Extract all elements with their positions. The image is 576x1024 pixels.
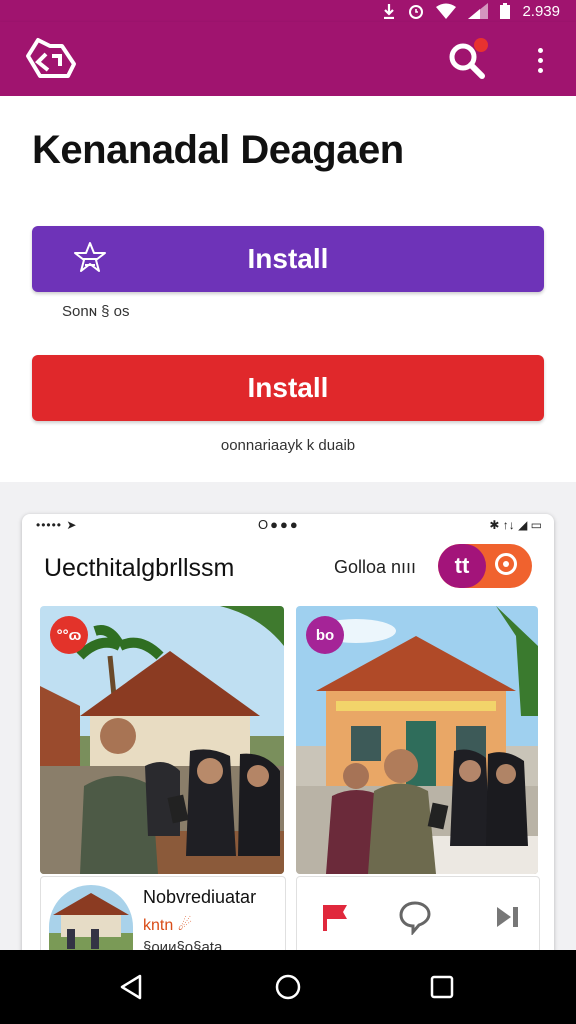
flag-icon[interactable] [317, 899, 353, 935]
signal-icon [468, 3, 489, 19]
recents-icon[interactable] [427, 972, 457, 1002]
preview-status-center: O●●● [258, 517, 300, 532]
preview-title: Uecthitalgbrllssm [44, 554, 235, 582]
more-vert-icon[interactable] [528, 40, 552, 80]
secondary-caption: oonnariaayk k duaib [220, 437, 356, 454]
preview-card: ••••• ➤ O●●● ✱ ↑↓ ◢ ▭ Uecthitalgbrllssm … [22, 514, 554, 974]
chat-bubble-icon[interactable] [397, 899, 433, 935]
status-bar: 2.939 [0, 0, 576, 22]
profile-name: Nobvrediuatar [143, 887, 257, 907]
preview-status-bar: ••••• ➤ O●●● ✱ ↑↓ ◢ ▭ [22, 514, 554, 536]
wifi-icon [436, 3, 457, 19]
preview-toggle[interactable]: tt [438, 544, 532, 588]
install-button-secondary-label: Install [247, 372, 329, 403]
page-title: Kenanadal Deagaen [32, 128, 404, 172]
photo-1-badge: °°ɷ [50, 616, 88, 654]
preview-label: Golloa nııı [334, 557, 417, 577]
photo-card-2[interactable]: bo [296, 606, 538, 874]
status-time: 2.939 [522, 2, 560, 20]
profile-thumbnail [49, 885, 133, 955]
app-logo-icon[interactable] [24, 32, 78, 86]
app-bar [0, 22, 576, 96]
battery-icon [500, 3, 511, 19]
status-icons: 2.939 [382, 0, 560, 22]
photo-card-1[interactable]: °°ɷ [40, 606, 284, 874]
profile-subtitle: kntn ☄ [143, 917, 193, 934]
alarm-icon [409, 5, 424, 19]
preview-status-left: ••••• ➤ [36, 518, 78, 532]
install-button-primary-label: Install [247, 243, 329, 274]
skip-icon[interactable] [491, 899, 527, 935]
download-icon [384, 4, 395, 19]
notification-dot [474, 38, 488, 52]
primary-caption: Sonɴ § os [62, 303, 130, 320]
install-button-primary[interactable]: Install [32, 226, 544, 292]
preview-status-right: ✱ ↑↓ ◢ ▭ [489, 518, 542, 532]
photo-2-badge: bo [306, 616, 344, 654]
star-cart-icon [74, 242, 106, 272]
toggle-left-icon: tt [438, 544, 486, 588]
toggle-record-icon [495, 553, 517, 575]
navigation-bar [0, 950, 576, 1024]
back-icon[interactable] [116, 972, 146, 1002]
install-button-secondary[interactable]: Install [32, 355, 544, 421]
home-icon[interactable] [273, 972, 303, 1002]
